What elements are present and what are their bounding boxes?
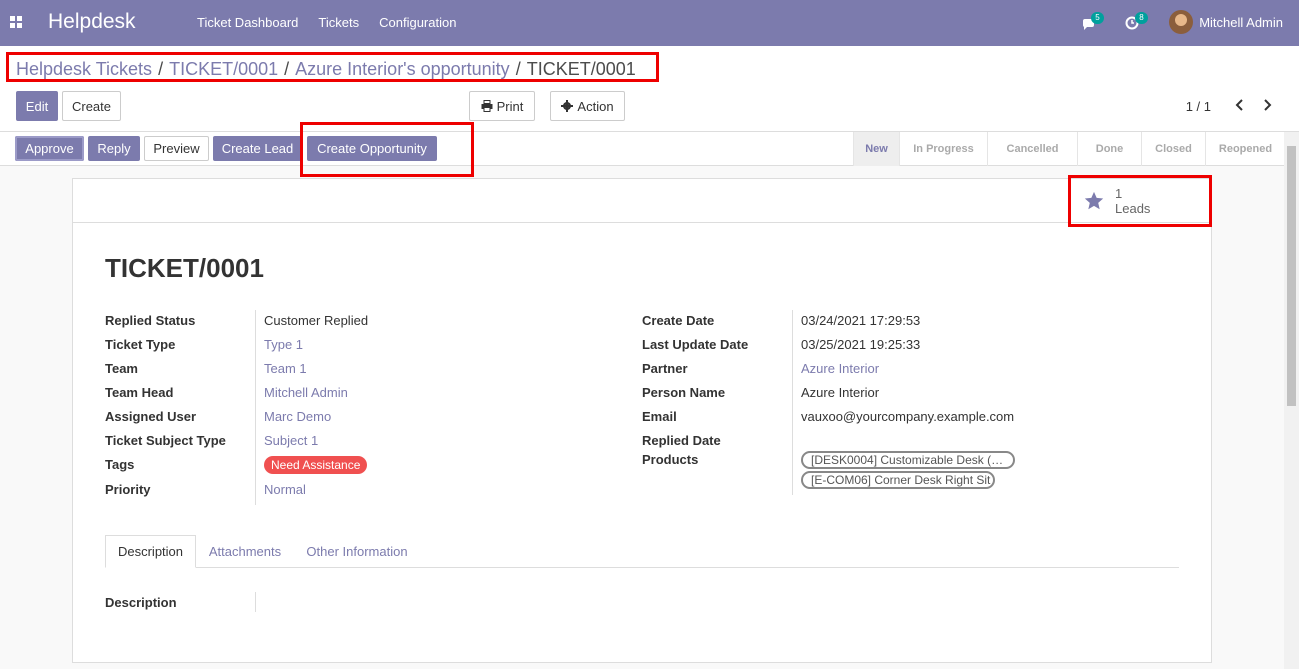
replied-status-label: Replied Status bbox=[105, 313, 196, 328]
product-tag[interactable]: [DESK0004] Customizable Desk (… bbox=[801, 451, 1015, 469]
stage-new[interactable]: New bbox=[853, 132, 899, 166]
action-button[interactable]: Action bbox=[550, 91, 625, 121]
partner-value[interactable]: Azure Interior bbox=[801, 361, 879, 376]
stage-pipeline: New In Progress Cancelled Done Closed Re… bbox=[853, 132, 1285, 166]
pager-previous-icon[interactable] bbox=[1233, 98, 1247, 114]
create-date-label: Create Date bbox=[642, 313, 715, 328]
messages-badge: 5 bbox=[1091, 12, 1104, 24]
scrollbar-thumb[interactable] bbox=[1287, 146, 1296, 406]
person-name-value: Azure Interior bbox=[801, 385, 880, 400]
create-date-value: 03/24/2021 17:29:53 bbox=[801, 313, 921, 328]
menu-tickets[interactable]: Tickets bbox=[318, 15, 359, 30]
stage-done[interactable]: Done bbox=[1077, 132, 1141, 166]
pager-next-icon[interactable] bbox=[1260, 98, 1274, 114]
tags-label: Tags bbox=[105, 457, 135, 472]
action-label: Action bbox=[577, 98, 614, 114]
tab-description[interactable]: Description bbox=[105, 535, 196, 568]
menu-ticket-dashboard[interactable]: Ticket Dashboard bbox=[197, 15, 298, 30]
top-navbar: Helpdesk Ticket Dashboard Tickets Config… bbox=[0, 0, 1299, 46]
team-label: Team bbox=[105, 361, 138, 376]
activities-menu[interactable]: 8 bbox=[1125, 10, 1148, 34]
print-button[interactable]: Print bbox=[469, 91, 535, 121]
approve-button[interactable]: Approve bbox=[15, 136, 84, 161]
tab-attachments[interactable]: Attachments bbox=[197, 535, 293, 568]
last-update-value: 03/25/2021 19:25:33 bbox=[801, 337, 921, 352]
partner-label: Partner bbox=[642, 361, 688, 376]
highlight-create-opportunity bbox=[300, 122, 474, 177]
stage-reopened[interactable]: Reopened bbox=[1205, 132, 1285, 166]
user-avatar[interactable] bbox=[1169, 10, 1194, 34]
email-label: Email bbox=[642, 409, 677, 424]
last-update-label: Last Update Date bbox=[642, 337, 749, 352]
ticket-type-value[interactable]: Type 1 bbox=[264, 337, 303, 352]
description-divider bbox=[255, 592, 256, 612]
left-group-divider bbox=[255, 310, 256, 505]
replied-status-value: Customer Replied bbox=[264, 313, 369, 328]
app-brand[interactable]: Helpdesk bbox=[48, 10, 136, 34]
subject-type-value[interactable]: Subject 1 bbox=[264, 433, 318, 448]
activities-badge: 8 bbox=[1135, 12, 1148, 24]
apps-menu-icon[interactable] bbox=[10, 16, 23, 29]
products-label: Products bbox=[642, 452, 699, 467]
create-button[interactable]: Create bbox=[62, 91, 121, 121]
menu-configuration[interactable]: Configuration bbox=[379, 15, 456, 30]
right-group-divider bbox=[792, 310, 793, 495]
reply-button[interactable]: Reply bbox=[88, 136, 140, 161]
user-name[interactable]: Mitchell Admin bbox=[1199, 15, 1283, 30]
button-box: 1 Leads bbox=[73, 179, 1211, 223]
assigned-user-label: Assigned User bbox=[105, 409, 197, 424]
replied-date-label: Replied Date bbox=[642, 433, 721, 448]
record-title: TICKET/0001 bbox=[105, 253, 264, 283]
product-tag[interactable]: [E-COM06] Corner Desk Right Sit bbox=[801, 471, 995, 489]
gear-icon bbox=[561, 100, 574, 112]
tab-other-information[interactable]: Other Information bbox=[295, 535, 419, 568]
description-label: Description bbox=[105, 595, 177, 610]
priority-value[interactable]: Normal bbox=[264, 482, 306, 497]
stage-cancelled[interactable]: Cancelled bbox=[987, 132, 1077, 166]
ticket-type-label: Ticket Type bbox=[105, 337, 176, 352]
form-sheet: 1 Leads TICKET/0001 Replied Status Custo… bbox=[72, 178, 1212, 663]
create-lead-button[interactable]: Create Lead bbox=[213, 136, 302, 161]
team-head-value[interactable]: Mitchell Admin bbox=[264, 385, 348, 400]
team-head-label: Team Head bbox=[105, 385, 174, 400]
stage-in-progress[interactable]: In Progress bbox=[899, 132, 987, 166]
highlight-breadcrumb bbox=[6, 52, 659, 82]
tag-badge[interactable]: Need Assistance bbox=[264, 456, 368, 474]
preview-button[interactable]: Preview bbox=[144, 136, 209, 161]
highlight-leads bbox=[1068, 175, 1212, 227]
person-name-label: Person Name bbox=[642, 385, 726, 400]
email-value: vauxoo@yourcompany.example.com bbox=[801, 409, 1015, 424]
page-scrollbar[interactable] bbox=[1284, 132, 1299, 669]
subject-type-label: Ticket Subject Type bbox=[105, 433, 226, 448]
team-value[interactable]: Team 1 bbox=[264, 361, 307, 376]
statusbar: Approve Reply Preview Create Lead Create… bbox=[0, 132, 1299, 166]
notebook-tabs: Description Attachments Other Informatio… bbox=[105, 535, 1179, 568]
pager-value[interactable]: 1 / 1 bbox=[1186, 99, 1211, 114]
print-label: Print bbox=[496, 98, 524, 114]
printer-icon bbox=[481, 100, 493, 112]
messages-menu[interactable]: 5 bbox=[1081, 10, 1104, 34]
edit-button[interactable]: Edit bbox=[16, 91, 58, 121]
stage-closed[interactable]: Closed bbox=[1141, 132, 1205, 166]
priority-label: Priority bbox=[105, 482, 151, 497]
assigned-user-value[interactable]: Marc Demo bbox=[264, 409, 331, 424]
